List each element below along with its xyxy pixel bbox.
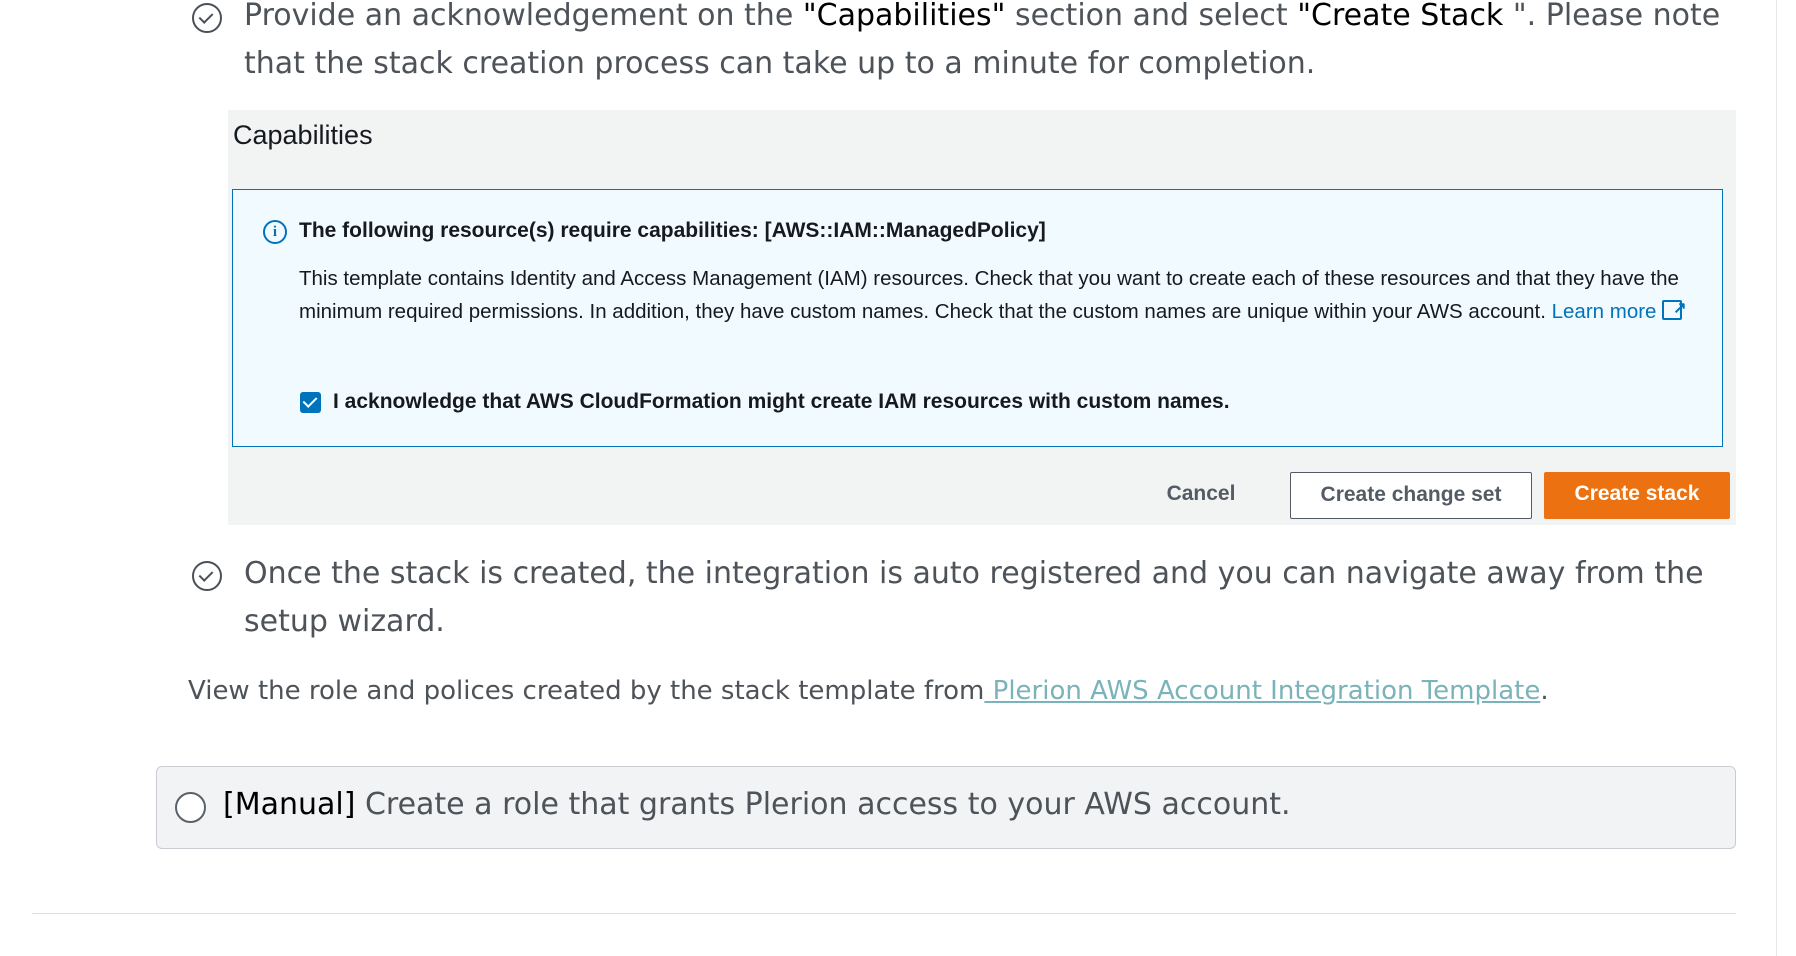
create-stack-button[interactable]: Create stack	[1544, 472, 1730, 519]
integration-template-link[interactable]: Plerion AWS Account Integration Template	[984, 676, 1541, 706]
info-body: This template contains Identity and Acce…	[299, 262, 1699, 328]
info-heading: The following resource(s) require capabi…	[299, 219, 1046, 242]
capabilities-panel: Capabilities i The following resource(s)…	[228, 110, 1736, 525]
acknowledge-label[interactable]: I acknowledge that AWS CloudFormation mi…	[333, 390, 1230, 414]
divider	[32, 913, 1736, 914]
step-2-text: Once the stack is created, the integrati…	[244, 556, 1704, 639]
manual-option-label[interactable]: [Manual] Create a role that grants Pleri…	[223, 787, 1291, 822]
cancel-button[interactable]: Cancel	[1146, 472, 1256, 519]
manual-option-radio[interactable]	[175, 792, 206, 823]
manual-option-card[interactable]: [Manual] Create a role that grants Pleri…	[156, 766, 1736, 849]
external-link-icon	[1662, 292, 1686, 325]
view-role-text: View the role and polices created by the…	[188, 676, 1549, 706]
panel-title: Capabilities	[233, 120, 373, 150]
acknowledge-checkbox[interactable]	[300, 392, 321, 413]
learn-more-link[interactable]: Learn more	[1552, 292, 1687, 325]
check-circle-icon	[192, 3, 222, 33]
create-change-set-button[interactable]: Create change set	[1290, 472, 1532, 519]
info-icon: i	[263, 220, 287, 244]
check-circle-icon	[192, 561, 222, 591]
info-alert: i The following resource(s) require capa…	[232, 189, 1723, 447]
scrollbar-track[interactable]	[1776, 0, 1796, 956]
step-1-text: Provide an acknowledgement on the "Capab…	[244, 0, 1721, 81]
